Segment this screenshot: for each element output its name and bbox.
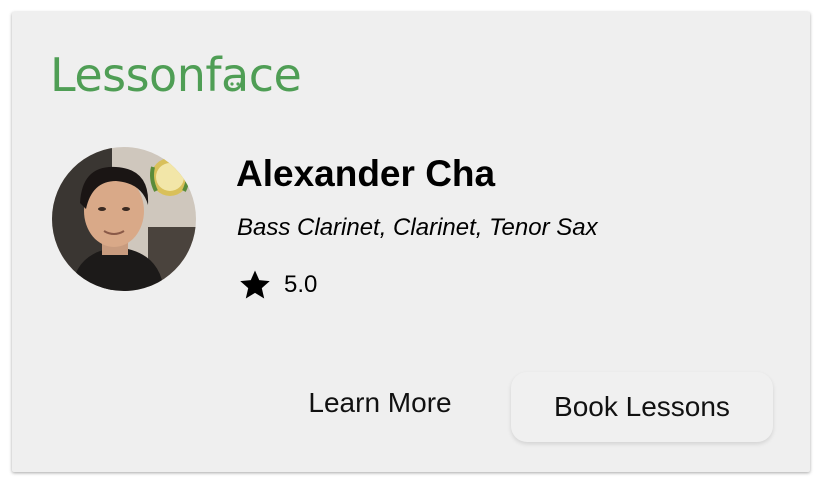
rating-value: 5.0 [284, 271, 318, 298]
teacher-photo [52, 147, 196, 291]
logo-text-end: ce [248, 48, 302, 102]
teacher-card: Lessonfa ce Alexander Cha Bass Clarinet, … [12, 12, 810, 472]
logo-eyes-icon [230, 82, 240, 86]
teacher-rating: 5.0 [238, 268, 317, 302]
logo-face-letter: a [221, 48, 249, 102]
star-icon [240, 270, 270, 299]
lessonface-logo[interactable]: Lessonfa ce [50, 48, 302, 102]
award-badge-icon [150, 158, 190, 196]
book-lessons-button[interactable]: Book Lessons [511, 372, 773, 442]
teacher-instruments: Bass Clarinet, Clarinet, Tenor Sax [237, 214, 598, 241]
logo-text-start: Lessonf [50, 48, 222, 102]
teacher-name[interactable]: Alexander Cha [236, 152, 495, 196]
teacher-avatar[interactable] [52, 147, 196, 291]
learn-more-button[interactable]: Learn More [282, 380, 478, 426]
